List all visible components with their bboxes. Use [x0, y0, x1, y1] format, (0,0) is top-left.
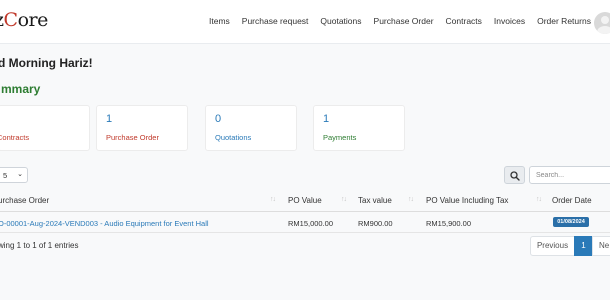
pagination-page-1-button[interactable]: 1 — [574, 236, 593, 256]
column-header-purchase-order[interactable]: urchase Order — [0, 196, 49, 205]
nav-purchase-request[interactable]: Purchase request — [242, 16, 309, 26]
entries-info: wing 1 to 1 of 1 entries — [0, 241, 79, 250]
summary-card-contracts[interactable]: Contracts — [0, 105, 90, 151]
brand-name-rest: ore — [17, 9, 49, 31]
order-date-badge: 01/08/2024 — [553, 217, 589, 227]
card-value: 0 — [215, 113, 222, 125]
table-header-divider — [0, 211, 610, 212]
card-value: 1 — [323, 113, 330, 125]
pagination-next-button[interactable]: Ne — [592, 236, 610, 256]
cell-po-value: RM15,000.00 — [288, 219, 334, 228]
search-button[interactable] — [504, 166, 525, 184]
search-input[interactable] — [529, 166, 610, 184]
cell-po-value-incl-tax: RM15,900.00 — [426, 219, 472, 228]
nav-quotations[interactable]: Quotations — [320, 16, 361, 26]
card-value: 1 — [106, 113, 113, 125]
nav-items[interactable]: Items — [209, 16, 230, 26]
sort-icon[interactable]: ↑↓ — [341, 196, 347, 203]
purchase-order-link[interactable]: O-00001-Aug-2024-VEND003 - Audio Equipme… — [0, 219, 209, 228]
chevron-down-icon: ⌄ — [17, 171, 23, 178]
summary-heading: mmary — [1, 82, 41, 96]
entries-length-value: 5 — [3, 171, 8, 180]
column-header-po-value[interactable]: PO Value — [288, 196, 322, 205]
brand-logo[interactable]: zCore — [0, 9, 48, 31]
nav-purchase-order[interactable]: Purchase Order — [374, 16, 434, 26]
sort-icon[interactable]: ↑↓ — [270, 196, 276, 203]
greeting-heading: d Morning Hariz! — [0, 56, 93, 70]
card-label: Payments — [323, 133, 357, 142]
cell-tax-value: RM900.00 — [358, 219, 393, 228]
sort-icon[interactable]: ↑↓ — [536, 196, 542, 203]
brand-name-accent: C — [3, 9, 19, 31]
sort-icon[interactable]: ↑↓ — [408, 196, 414, 203]
column-header-tax-value[interactable]: Tax value — [358, 196, 392, 205]
main-nav: Items Purchase request Quotations Purcha… — [209, 16, 603, 26]
pagination-previous-button[interactable]: Previous — [530, 236, 575, 256]
column-header-po-value-incl-tax[interactable]: PO Value Including Tax — [426, 196, 508, 205]
card-label: Contracts — [0, 133, 30, 142]
card-label: Quotations — [215, 133, 252, 142]
nav-order-returns[interactable]: Order Returns — [537, 16, 591, 26]
card-label: Purchase Order — [106, 133, 159, 142]
nav-invoices[interactable]: Invoices — [494, 16, 525, 26]
entries-length-select[interactable]: 5 ⌄ — [0, 167, 28, 183]
summary-card-payments[interactable]: 1 Payments — [313, 105, 405, 151]
user-avatar-icon[interactable] — [594, 12, 610, 34]
summary-card-purchase-order[interactable]: 1 Purchase Order — [96, 105, 188, 151]
nav-contracts[interactable]: Contracts — [446, 16, 482, 26]
table-row-divider — [0, 232, 610, 233]
column-header-order-date[interactable]: Order Date — [552, 196, 592, 205]
summary-card-quotations[interactable]: 0 Quotations — [205, 105, 297, 151]
top-navbar: zCore Items Purchase request Quotations … — [0, 0, 610, 44]
search-icon — [510, 171, 520, 181]
